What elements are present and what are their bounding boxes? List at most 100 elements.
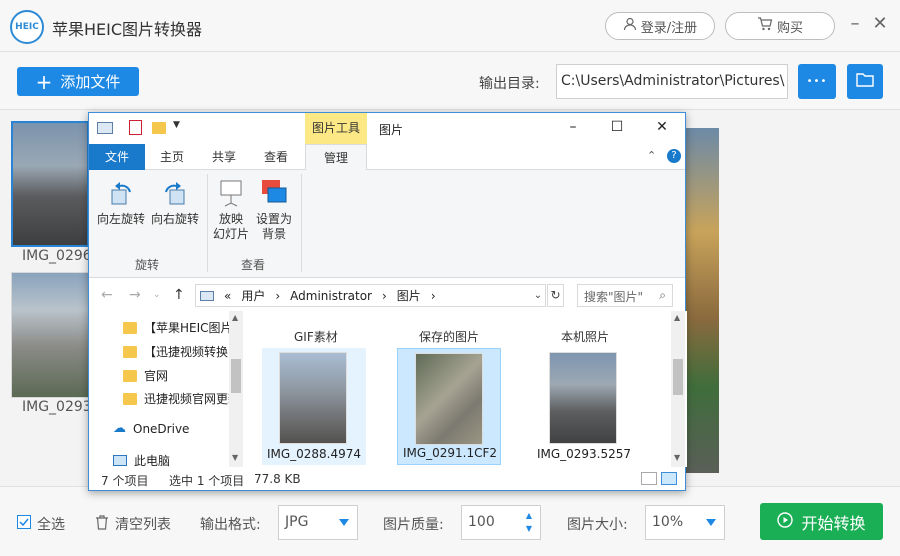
breadcrumb-overflow[interactable]: «	[224, 289, 231, 303]
output-dir-field[interactable]: C:\Users\Administrator\Pictures\	[556, 64, 788, 99]
explorer-minimize-icon[interactable]: –	[563, 119, 583, 135]
quality-label: 图片质量:	[383, 517, 444, 533]
nav-item-folder[interactable]: 官网	[123, 367, 168, 384]
details-view-icon[interactable]	[641, 472, 657, 485]
file-item[interactable]: IMG_0291.1CF2	[397, 348, 501, 465]
breadcrumb-separator: ›	[430, 288, 436, 303]
refresh-icon[interactable]: ↻	[547, 284, 564, 307]
rotate-left-icon	[106, 178, 136, 208]
stepper-up-icon[interactable]: ▲	[526, 511, 532, 520]
new-folder-icon[interactable]	[152, 122, 166, 134]
more-icon: •••	[806, 76, 828, 87]
cart-icon	[757, 17, 773, 35]
quick-access-dropdown-icon[interactable]: ▼	[173, 120, 180, 130]
stepper-down-icon[interactable]: ▼	[526, 524, 532, 533]
monitor-icon	[113, 455, 127, 466]
tab-view[interactable]: 查看	[251, 144, 301, 170]
bottom-bar: 全选 清空列表 输出格式: JPG 图片质量: 100 ▲ ▼ 图片大小: 10…	[0, 486, 900, 556]
group-label: 保存的图片	[419, 330, 480, 344]
slideshow-label-line1: 放映	[218, 212, 243, 226]
folder-icon	[123, 369, 137, 382]
nav-item-folder[interactable]: 【苹果HEIC图片	[123, 319, 233, 336]
nav-scrollbar[interactable]: ▲ ▼	[229, 311, 243, 467]
address-row: ← → ⌄ ↑ « 用户 › Administrator › 图片 › ⌄ ↻ …	[89, 279, 685, 311]
collapse-ribbon-icon[interactable]: ⌃	[647, 149, 656, 162]
nav-item-label: 迅捷视频官网更新	[144, 392, 241, 406]
size-value: 10%	[652, 514, 684, 530]
address-dropdown-icon[interactable]: ⌄	[530, 284, 546, 307]
tab-home[interactable]: 主页	[147, 144, 197, 170]
scroll-up-icon[interactable]: ▲	[674, 313, 680, 322]
file-thumbnail	[415, 353, 483, 445]
up-icon[interactable]: ↑	[173, 287, 185, 303]
thumbnail-label: IMG_0293	[22, 399, 92, 415]
tab-share[interactable]: 共享	[199, 144, 249, 170]
size-select[interactable]: 10%	[645, 505, 725, 540]
rotate-right-icon	[160, 178, 190, 208]
properties-icon[interactable]	[129, 120, 142, 135]
forward-icon[interactable]: →	[129, 287, 141, 303]
open-folder-button[interactable]	[847, 64, 883, 99]
thumbnail-item[interactable]	[11, 272, 89, 398]
rotate-right-button[interactable]: 向右旋转	[149, 178, 201, 227]
play-icon	[777, 511, 794, 532]
explorer-window-name: 图片	[379, 123, 404, 137]
nav-item-this-pc[interactable]: 此电脑	[113, 452, 170, 469]
clear-list-button[interactable]: 清空列表	[95, 514, 171, 534]
breadcrumb-separator: ›	[381, 288, 387, 303]
more-button[interactable]: •••	[798, 64, 836, 99]
login-button[interactable]: 登录/注册	[605, 12, 715, 40]
set-background-label-line1: 设置为	[255, 212, 292, 226]
file-item[interactable]: IMG_0288.4974	[262, 348, 366, 465]
view-group-label: 查看	[241, 258, 266, 272]
scroll-thumb[interactable]	[673, 359, 683, 395]
scroll-down-icon[interactable]: ▼	[232, 453, 238, 462]
explorer-maximize-icon[interactable]: ☐	[607, 119, 627, 135]
tab-file[interactable]: 文件	[89, 144, 145, 170]
format-select[interactable]: JPG	[278, 505, 358, 540]
set-background-button[interactable]: 设置为 背景	[253, 178, 295, 242]
help-icon[interactable]: ?	[667, 149, 681, 163]
output-dir-label: 输出目录:	[479, 76, 540, 92]
nav-item-folder[interactable]: 迅捷视频官网更新	[123, 390, 240, 407]
selected-size: 77.8 KB	[254, 472, 301, 486]
slideshow-button[interactable]: 放映 幻灯片	[211, 178, 251, 242]
breadcrumb-separator: ›	[275, 288, 281, 303]
address-bar[interactable]: « 用户 › Administrator › 图片 ›	[195, 284, 546, 307]
group-label: 本机照片	[561, 330, 610, 344]
large-icons-view-icon[interactable]	[661, 472, 677, 485]
file-scrollbar[interactable]: ▲ ▼	[671, 311, 685, 467]
nav-item-folder[interactable]: 【迅捷视频转换	[123, 343, 228, 360]
search-input[interactable]: 搜索"图片" ⌕	[577, 284, 673, 307]
start-convert-button[interactable]: 开始转换	[760, 503, 883, 540]
explorer-close-icon[interactable]: ✕	[652, 119, 672, 135]
nav-item-onedrive[interactable]: ☁ OneDrive	[113, 421, 189, 436]
format-label: 输出格式:	[200, 517, 261, 533]
breadcrumb-administrator[interactable]: Administrator	[290, 289, 372, 303]
start-convert-label: 开始转换	[801, 513, 866, 533]
select-all-label: 全选	[37, 517, 65, 533]
breadcrumb-users[interactable]: 用户	[241, 287, 265, 304]
rotate-left-button[interactable]: 向左旋转	[95, 178, 147, 227]
set-background-label-line2: 背景	[261, 227, 286, 241]
ribbon-panel: 向左旋转 向右旋转 旋转 放映 幻灯片 设置为 背景 查看	[89, 170, 685, 278]
select-all-checkbox[interactable]: 全选	[17, 514, 65, 534]
quality-stepper[interactable]: 100 ▲ ▼	[461, 505, 541, 540]
close-icon[interactable]: ✕	[870, 14, 890, 34]
plus-icon: +	[35, 69, 53, 94]
thumbnail-item[interactable]	[11, 121, 89, 247]
file-item[interactable]: IMG_0293.5257	[532, 348, 636, 465]
rotate-left-label: 向左旋转	[96, 212, 145, 226]
buy-button[interactable]: 购买	[725, 12, 835, 40]
back-icon[interactable]: ←	[101, 287, 113, 303]
pc-icon	[200, 290, 214, 301]
breadcrumb-pictures[interactable]: 图片	[397, 287, 421, 304]
file-thumbnail	[549, 352, 617, 444]
minimize-icon[interactable]: –	[845, 14, 865, 34]
recent-dropdown-icon[interactable]: ⌄	[153, 290, 161, 300]
scroll-down-icon[interactable]: ▼	[674, 453, 680, 462]
scroll-thumb[interactable]	[231, 359, 241, 393]
add-file-button[interactable]: + 添加文件	[17, 67, 139, 96]
tab-manage[interactable]: 管理	[305, 144, 367, 171]
scroll-up-icon[interactable]: ▲	[232, 313, 238, 322]
